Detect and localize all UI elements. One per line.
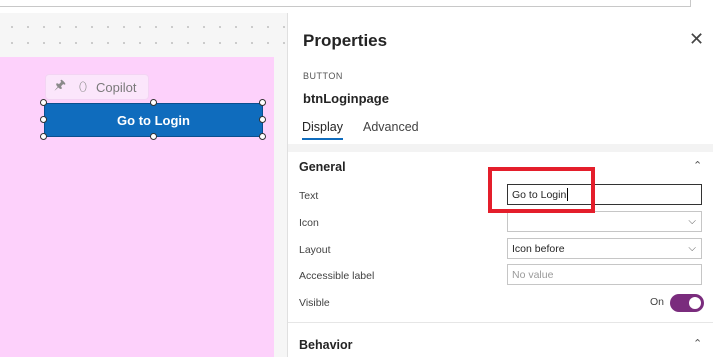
resize-handle[interactable]	[259, 133, 266, 140]
icon-label: Icon	[299, 217, 319, 229]
accessible-label-input[interactable]: No value	[507, 264, 702, 285]
resize-handle[interactable]	[150, 99, 157, 106]
resize-handle[interactable]	[40, 116, 47, 123]
resize-handle[interactable]	[259, 116, 266, 123]
tab-display[interactable]: Display	[302, 120, 343, 140]
icon-select[interactable]: ⌵	[507, 211, 702, 232]
toggle-knob	[689, 297, 701, 309]
highlight-box	[488, 167, 595, 213]
chevron-up-icon[interactable]: ⌃	[693, 337, 702, 350]
chevron-down-icon: ⌵	[688, 243, 696, 254]
go-to-login-button[interactable]: Go to Login	[44, 103, 263, 137]
accessible-label-placeholder: No value	[512, 268, 554, 281]
resize-handle[interactable]	[150, 133, 157, 140]
resize-handle[interactable]	[40, 133, 47, 140]
layout-select[interactable]: Icon before ⌵	[507, 238, 702, 259]
formula-bar[interactable]	[0, 0, 691, 7]
copilot-toolbar[interactable]: 🖈 ⬯ Copilot	[45, 74, 149, 100]
layout-select-value: Icon before	[512, 242, 565, 255]
top-bar	[0, 0, 713, 12]
section-behavior-header[interactable]: Behavior	[299, 338, 353, 352]
chevron-up-icon[interactable]: ⌃	[693, 159, 702, 172]
control-type: BUTTON	[303, 71, 343, 81]
text-label: Text	[299, 190, 319, 202]
resize-handle[interactable]	[259, 99, 266, 106]
control-name[interactable]: btnLoginpage	[303, 91, 389, 106]
tab-advanced[interactable]: Advanced	[363, 120, 419, 134]
section-separator	[288, 322, 713, 323]
chevron-down-icon: ⌵	[688, 216, 696, 227]
resize-handle[interactable]	[40, 99, 47, 106]
layout-label: Layout	[299, 244, 331, 256]
panel-title: Properties	[303, 31, 388, 50]
pin-icon[interactable]: 🖈	[46, 76, 74, 98]
copilot-label[interactable]: Copilot	[96, 80, 136, 95]
visible-label: Visible	[299, 297, 330, 309]
section-separator	[288, 144, 713, 152]
visible-toggle[interactable]	[670, 294, 704, 312]
accessible-label-label: Accessible label	[299, 270, 375, 282]
close-icon[interactable]: ✕	[689, 29, 704, 50]
visible-state: On	[650, 296, 665, 308]
section-general-header[interactable]: General	[299, 160, 346, 174]
canvas-grid	[0, 13, 287, 57]
copilot-icon: ⬯	[78, 79, 88, 94]
